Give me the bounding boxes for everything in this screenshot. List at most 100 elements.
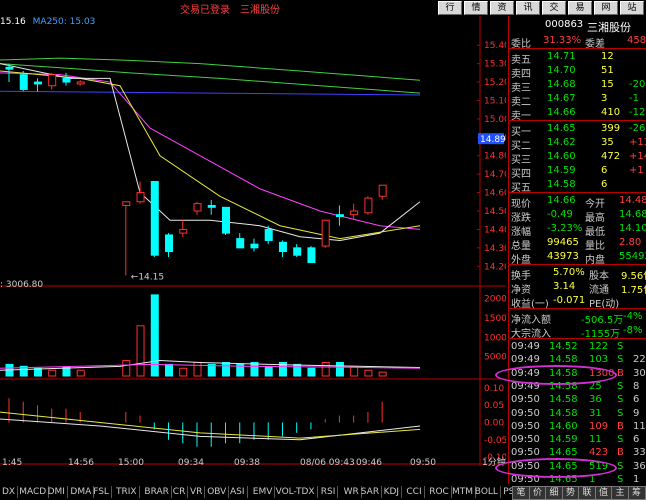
tick-volume: 31 [589,407,602,419]
current-price-label: 14.89 [480,135,506,145]
macd-tick-label: 0.05 [484,401,504,411]
time-axis-label: 09:46 [356,458,382,466]
top-nav: 行 情 资 讯 交 易 网 站 [438,1,644,15]
indicator-tab-trix[interactable]: TRIX [114,486,140,498]
volume-bar [335,361,344,377]
ask-price: 14.66 [547,107,576,118]
volume-bar [48,369,57,377]
volume-bar [76,369,85,377]
candle-body [179,228,188,234]
indicator-tab-kdj[interactable]: KDJ [382,486,403,498]
nav-button-jiao[interactable]: 交 [542,1,566,15]
ask-volume: 3 [601,93,608,104]
stat-value: 14.66 [547,195,576,206]
title-bar: 交易已登录 三湘股份 行 情 资 讯 交 易 网 站 [0,0,646,16]
candle-body [193,203,202,212]
indicator-tab-asi[interactable]: ASI [228,486,248,498]
panel-tab-7[interactable]: 筹 [627,486,646,500]
tick-count: 22 [633,354,646,366]
nav-button-xun[interactable]: 讯 [516,1,540,15]
macd-tick-label: -0.05 [484,436,506,446]
ask-change: -1 [629,93,639,104]
tick-price: 14.60 [549,420,578,432]
price-tick-label: 15.20 [484,78,506,88]
nav-button-zhan[interactable]: 站 [620,1,644,15]
panel-tab-6[interactable]: 主 [611,486,629,500]
volume-bar [307,367,316,377]
stat-value: -3.23% [547,223,583,234]
indicator-tab-vr[interactable]: VR [188,486,206,498]
ask-volume: 51 [601,65,614,76]
indicator-tab-roc[interactable]: ROC [427,486,452,498]
bid-volume: 472 [601,151,621,162]
bid-row: 买一 14.65 399 -26 [509,122,646,138]
panel-tab-3[interactable]: 势 [561,486,580,500]
ask-change: -20 [629,79,646,90]
macd-dea-line [0,411,421,439]
flow-pct: -4% [623,311,643,322]
bid-change: -26 [629,123,646,134]
bid-price: 14.60 [547,151,576,162]
bid-volume: 35 [601,137,614,148]
panel-tab-5[interactable]: 值 [594,486,613,500]
bid-volume: 6 [601,165,608,176]
indicator-tab-dmi[interactable]: DMI [46,486,68,498]
candle-body [150,181,159,256]
indicator-tab-rsi[interactable]: RSI [319,486,339,498]
indicator-tab-cci[interactable]: CCI [404,486,425,498]
ask-row: 卖二 14.67 3 -1 [509,92,646,108]
bid-price: 14.58 [547,179,576,190]
panel-tab-1[interactable]: 价 [528,486,547,500]
indicator-tab-vol-tdx[interactable]: VOL-TDX [274,486,318,498]
price-tick-label: 14.40 [484,225,506,235]
stat-label: 外盘 [511,255,531,266]
kline-chart[interactable]: 15.4015.3015.2015.1015.0014.9014.8014.70… [0,16,506,466]
tick-direction: S [617,407,624,419]
bid-volume: 399 [601,123,621,134]
stat-value: 5.70% [553,267,585,278]
panel-tab-4[interactable]: 联 [578,486,596,500]
price-tick-label: 15.30 [484,60,506,70]
indicator-tab-dx[interactable]: DX [0,486,19,498]
ask-row: 卖四 14.70 51 [509,64,646,80]
stock-code: 000863 [545,19,584,30]
candle-body [221,206,230,234]
volume-legend: : 3006.80 [0,280,44,290]
macd-dif-line [0,418,421,441]
indicator-tab-sar[interactable]: SAR [359,486,383,498]
tick-direction: S [617,341,624,352]
stat-row: 净资3.14流通1.75亿 [509,280,646,296]
nav-button-qing[interactable]: 情 [464,1,488,15]
stock-header: 000863 三湘股份 [509,18,646,34]
price-tick-label: 14.70 [484,170,506,180]
candle-body [76,81,85,85]
indicator-tab-boll[interactable]: BOLL [473,486,501,498]
nav-button-zi[interactable]: 资 [490,1,514,15]
indicator-tab-obv[interactable]: OBV [205,486,230,498]
volume-tick-label: 5000 [484,353,506,363]
nav-button-hang[interactable]: 行 [438,1,462,15]
indicator-tab-brar[interactable]: BRAR [142,486,172,498]
time-axis-label: 15:00 [118,458,144,466]
indicator-tab-cr[interactable]: CR [171,486,189,498]
tick-time: 09:50 [511,434,540,446]
stat-row: 收益(一) -0.071 PE(动) [509,294,646,310]
indicator-tab-fsl[interactable]: FSL [91,486,112,498]
indicator-tab-macd[interactable]: MACD [17,486,50,498]
tick-count: 8 [633,380,640,392]
time-axis-label: 08/06 09:43 [300,458,355,466]
volume-tick-label: 20000 [484,295,506,305]
panel-tab-0[interactable]: 笔 [512,486,530,500]
volume-bar [165,363,174,377]
volume-bar [321,361,330,377]
tick-count: 30 [633,367,646,379]
stat-row: 涨跌 -0.49 最高 14.68 [509,208,646,224]
indicator-tab-emv[interactable]: EMV [251,486,276,498]
tick-row: 09:50 14.59 11 S 6 [509,433,646,447]
panel-tab-2[interactable]: 细 [545,486,563,500]
candle-body [165,234,174,253]
volume-tick-label: 10000 [484,333,506,343]
nav-button-yi[interactable]: 易 [568,1,592,15]
price-tick-label: 14.30 [484,244,506,254]
nav-button-wang[interactable]: 网 [594,1,618,15]
